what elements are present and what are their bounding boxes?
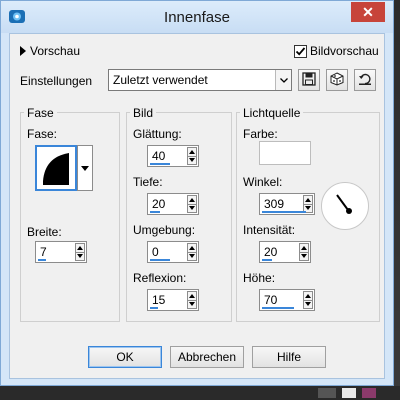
spin-buttons[interactable] [187,291,197,309]
title-bar[interactable]: Innenfase ✕ [1,1,393,33]
spin-buttons[interactable] [299,243,309,261]
spin-buttons[interactable] [75,243,85,261]
triangle-down-icon [81,162,89,174]
cancel-button[interactable]: Abbrechen [170,346,244,368]
smoothness-level-bar [150,163,170,165]
color-label: Farbe: [243,127,278,141]
height-spinner[interactable]: 70 [259,289,315,311]
close-icon: ✕ [362,4,374,20]
height-value: 70 [264,293,278,307]
dialog-body: Vorschau Bildvorschau Einstellungen Zule… [9,33,385,379]
intensity-spinner[interactable]: 20 [259,241,311,263]
width-value: 7 [40,245,47,259]
image-preview-label: Bildvorschau [310,44,379,58]
checkbox-checked-icon [294,44,307,58]
angle-value: 309 [264,197,285,211]
settings-value: Zuletzt verwendet [113,73,208,87]
settings-dropdown[interactable]: Zuletzt verwendet [108,69,292,91]
preview-toggle[interactable]: Vorschau [20,44,80,58]
ambience-label: Umgebung: [133,223,196,237]
bevel-shape-label: Fase: [27,127,58,141]
bevel-group: Fase Fase: Breite: 7 [20,106,120,322]
save-preset-icon [302,71,316,89]
preview-label: Vorschau [30,44,81,58]
smoothness-spinner[interactable]: 40 [147,145,199,167]
window-title: Innenfase [164,9,230,26]
reflection-label: Reflexion: [133,271,187,285]
randomize-button[interactable] [326,69,348,91]
reset-icon [358,72,372,89]
angle-spinner[interactable]: 309 [259,193,315,215]
ambience-value: 0 [152,245,159,259]
desktop-taskbar-strip [0,386,400,400]
innenfase-dialog: Innenfase ✕ Vorschau Bildvorschau Einste… [0,0,394,386]
width-label: Breite: [27,225,62,239]
settings-label: Einstellungen [20,74,93,88]
depth-label: Tiefe: [133,175,163,189]
smoothness-value: 40 [152,149,166,163]
spin-buttons[interactable] [303,291,313,309]
bevel-shape-dropdown[interactable] [77,145,93,191]
width-spinner[interactable]: 7 [35,241,87,263]
help-button[interactable]: Hilfe [252,346,326,368]
randomize-icon [330,71,344,89]
depth-value: 20 [152,197,166,211]
light-color-swatch[interactable] [259,141,311,165]
light-source-group: Lichtquelle Farbe: Winkel: 309 Intensitä… [236,106,380,322]
spin-buttons[interactable] [187,195,197,213]
ok-button[interactable]: OK [88,346,162,368]
width-level-bar [38,259,46,261]
bevel-group-title: Fase [24,106,57,120]
angle-dial[interactable] [321,182,369,230]
expand-triangle-icon [20,46,26,56]
depth-spinner[interactable]: 20 [147,193,199,215]
close-button[interactable]: ✕ [351,2,385,22]
image-preview-checkbox[interactable]: Bildvorschau [294,44,379,58]
reflection-spinner[interactable]: 15 [147,289,199,311]
intensity-level-bar [262,259,272,261]
image-group: Bild Glättung: 40 Tiefe: 20 Umgebung: 0 … [126,106,232,322]
chevron-down-icon[interactable] [275,70,291,90]
intensity-value: 20 [264,245,278,259]
bevel-shape-preview[interactable] [35,145,77,191]
spin-buttons[interactable] [187,147,197,165]
angle-label: Winkel: [243,175,283,189]
image-group-title: Bild [130,106,157,120]
intensity-label: Intensität: [243,223,296,237]
angle-level-bar [262,211,306,213]
spin-buttons[interactable] [187,243,197,261]
reflection-level-bar [150,307,158,309]
ambience-spinner[interactable]: 0 [147,241,199,263]
depth-level-bar [150,211,160,213]
height-label: Höhe: [243,271,276,285]
height-level-bar [262,307,294,309]
ambience-level-bar [150,259,170,261]
smoothness-label: Glättung: [133,127,182,141]
save-preset-button[interactable] [298,69,320,91]
reset-button[interactable] [354,69,376,91]
light-source-group-title: Lichtquelle [240,106,304,120]
reflection-value: 15 [152,293,166,307]
